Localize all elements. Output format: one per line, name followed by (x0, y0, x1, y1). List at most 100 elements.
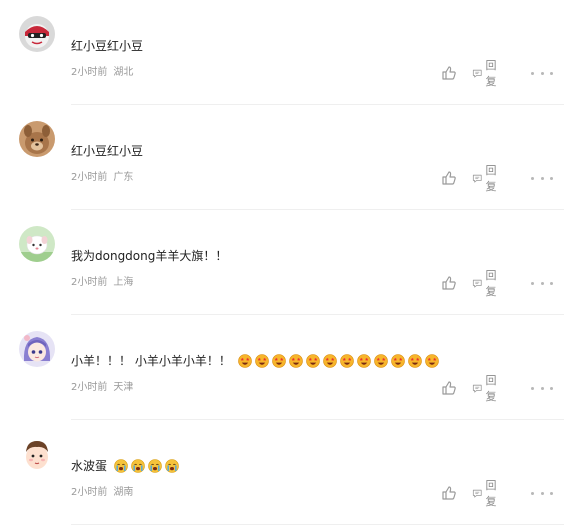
dot-icon (531, 71, 534, 75)
thumbs-up-icon (442, 171, 456, 185)
star-struck-emoji (322, 354, 337, 368)
comment-text-body: 小羊！！！ 小羊小羊小羊！！ (71, 354, 231, 368)
more-options-button[interactable] (531, 379, 553, 397)
white-dog-avatar-icon (19, 226, 55, 262)
dot-icon (540, 491, 544, 495)
more-options-button[interactable] (531, 484, 553, 502)
comment-bubble-icon (472, 279, 482, 288)
comment-time: 2小时前 (71, 382, 108, 393)
star-struck-emoji (254, 354, 269, 368)
emoji-row (235, 354, 439, 368)
crying-emoji (148, 459, 162, 473)
reply-button[interactable]: 回复 (472, 269, 501, 298)
comment-text: 红小豆红小豆 (71, 38, 143, 54)
dot-icon (531, 491, 534, 495)
like-button[interactable] (440, 274, 458, 292)
reply-label: 回复 (485, 479, 497, 508)
comment-meta: 2小时前 广东 (71, 171, 133, 185)
comment-time: 2小时前 (71, 172, 108, 183)
thumbs-up-icon (442, 486, 456, 500)
crying-emoji (165, 459, 179, 473)
avatar[interactable] (19, 331, 55, 367)
like-button[interactable] (440, 484, 458, 502)
star-struck-emoji (407, 354, 422, 368)
comment-text: 我为dongdong羊羊大旗！！ (71, 248, 227, 264)
crying-emoji (114, 459, 128, 473)
comment-time: 2小时前 (71, 487, 108, 498)
dot-icon (550, 386, 553, 390)
comment-bubble-icon (472, 384, 482, 393)
dot-icon (540, 386, 544, 390)
comment-item: 红小豆红小豆 2小时前 湖北 回复 (0, 0, 584, 105)
dot-icon (531, 176, 534, 180)
avatar[interactable] (19, 121, 55, 157)
reply-button[interactable]: 回复 (472, 164, 501, 193)
star-struck-emoji (390, 354, 405, 368)
comment-location: 湖南 (113, 487, 134, 498)
like-button[interactable] (440, 169, 458, 187)
more-options-button[interactable] (531, 64, 553, 82)
comment-text-body: 水波蛋 (71, 459, 108, 473)
cartoon-boy-avatar-icon (19, 436, 55, 472)
avatar[interactable] (19, 16, 55, 52)
comment-text-body: 红小豆红小豆 (71, 144, 144, 158)
reply-label: 回复 (485, 374, 497, 403)
comment-text-body: 红小豆红小豆 (71, 39, 144, 53)
star-struck-emoji (356, 354, 371, 368)
thumbs-up-icon (442, 276, 456, 290)
comment-item: 我为dongdong羊羊大旗！！ 2小时前 上海 回复 (0, 210, 584, 315)
reply-label: 回复 (485, 164, 497, 193)
avatar[interactable] (19, 436, 55, 472)
comment-location: 广东 (113, 172, 134, 183)
comment-time: 2小时前 (71, 277, 108, 288)
star-struck-emoji (305, 354, 320, 368)
dot-icon (550, 491, 553, 495)
reply-button[interactable]: 回复 (472, 59, 501, 88)
star-struck-emoji (237, 354, 252, 368)
comment-text: 小羊！！！ 小羊小羊小羊！！ (71, 353, 439, 369)
comment-item: 小羊！！！ 小羊小羊小羊！！ 2小时前 天津 回复 (0, 315, 584, 420)
like-button[interactable] (440, 64, 458, 82)
comment-meta: 2小时前 湖南 (71, 486, 133, 500)
comment-location: 上海 (113, 277, 134, 288)
comment-meta: 2小时前 天津 (71, 381, 133, 395)
like-button[interactable] (440, 379, 458, 397)
thumbs-up-icon (442, 381, 456, 395)
reply-label: 回复 (485, 59, 497, 88)
comment-bubble-icon (472, 174, 482, 183)
anime-girl-avatar-icon (19, 331, 55, 367)
comment-time: 2小时前 (71, 67, 108, 78)
comment-bubble-icon (472, 69, 482, 78)
emoji-row (111, 459, 179, 473)
dot-icon (550, 176, 553, 180)
dot-icon (531, 281, 534, 285)
comment-meta: 2小时前 湖北 (71, 66, 133, 80)
thumbs-up-icon (442, 66, 456, 80)
reply-button[interactable]: 回复 (472, 374, 501, 403)
star-struck-emoji (373, 354, 388, 368)
crying-emoji (131, 459, 145, 473)
red-mask-avatar-icon (19, 16, 55, 52)
reply-label: 回复 (485, 269, 497, 298)
star-struck-emoji (271, 354, 286, 368)
dot-icon (550, 281, 553, 285)
star-struck-emoji (424, 354, 439, 368)
dot-icon (540, 71, 544, 75)
dot-icon (550, 71, 553, 75)
dot-icon (540, 281, 544, 285)
more-options-button[interactable] (531, 169, 553, 187)
comment-text-body: 我为dongdong羊羊大旗！！ (71, 249, 228, 263)
comment-item: 水波蛋 2小时前 湖南 回复 (0, 420, 584, 525)
comment-text: 红小豆红小豆 (71, 143, 143, 159)
avatar[interactable] (19, 226, 55, 262)
comment-location: 湖北 (113, 67, 134, 78)
comment-bubble-icon (472, 489, 482, 498)
star-struck-emoji (339, 354, 354, 368)
reply-button[interactable]: 回复 (472, 479, 501, 508)
brown-animal-avatar-icon (19, 121, 55, 157)
dot-icon (540, 176, 544, 180)
comment-item: 红小豆红小豆 2小时前 广东 回复 (0, 105, 584, 210)
comment-meta: 2小时前 上海 (71, 276, 133, 290)
more-options-button[interactable] (531, 274, 553, 292)
dot-icon (531, 386, 534, 390)
